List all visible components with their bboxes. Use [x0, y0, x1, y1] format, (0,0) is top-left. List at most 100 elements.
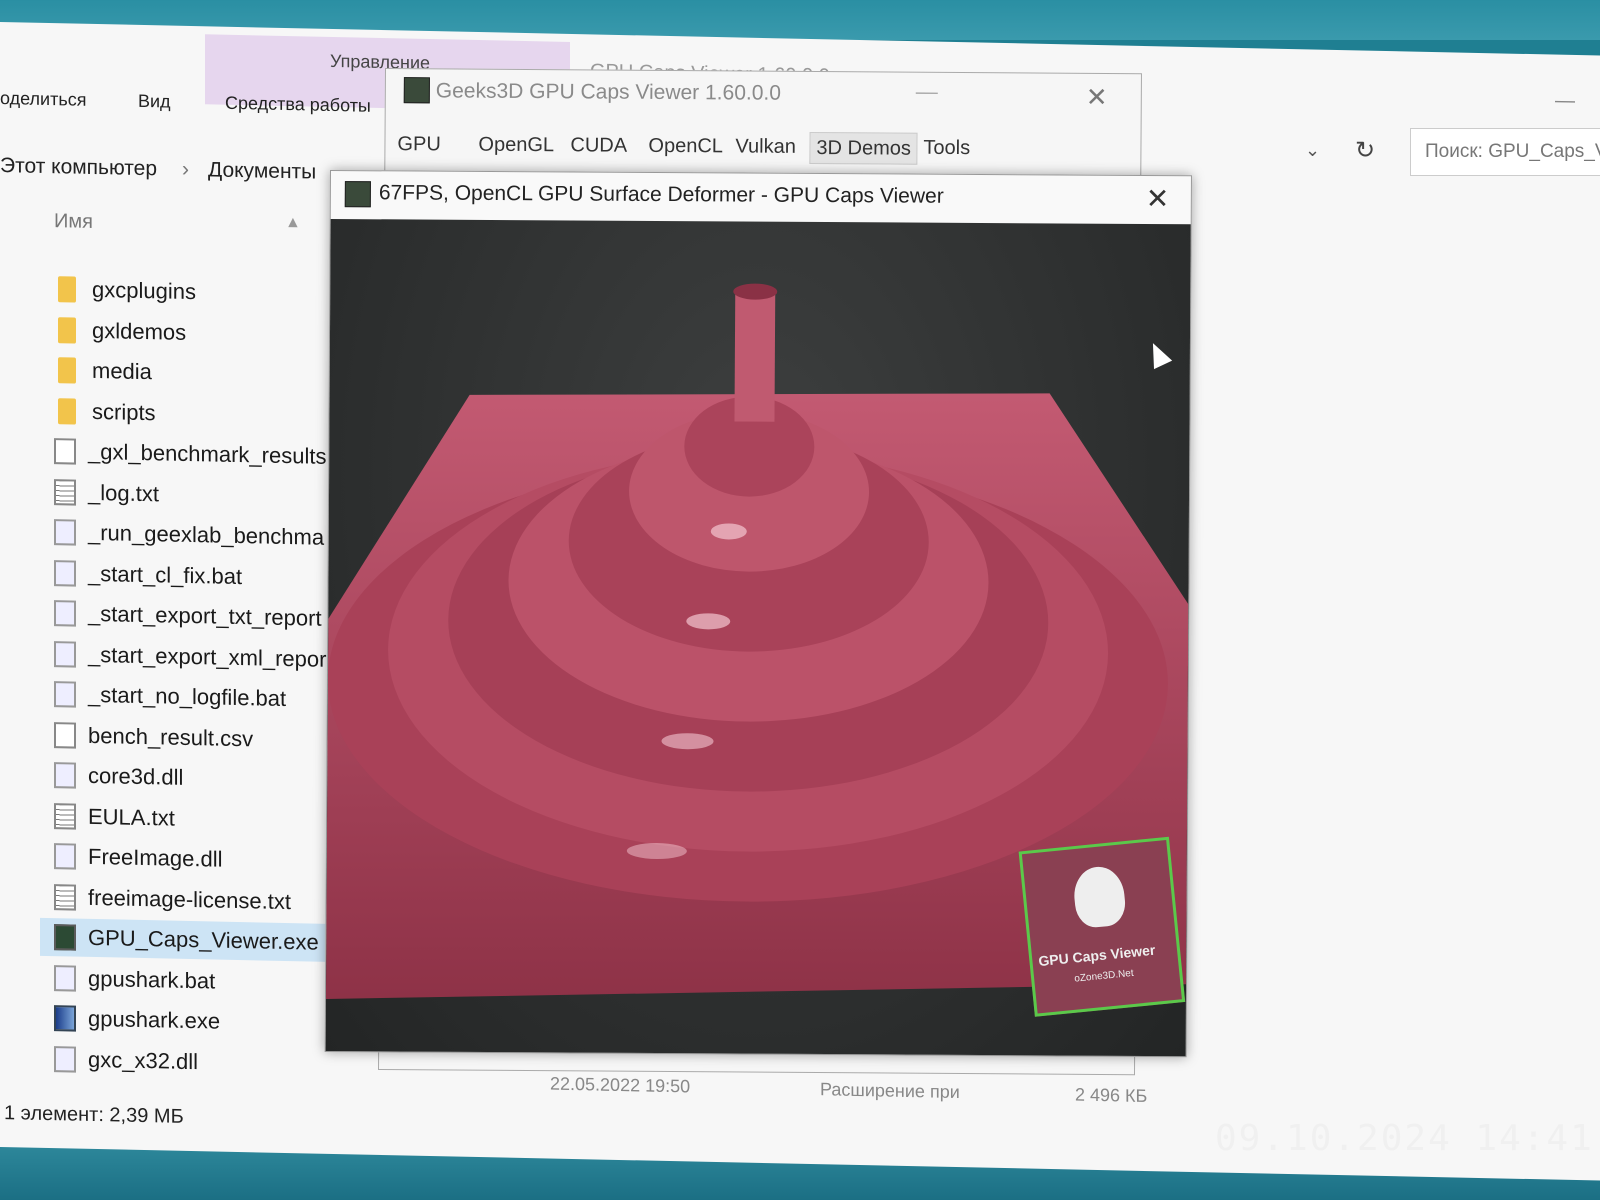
- surface-peak: [734, 291, 776, 422]
- gpu-caps-viewer-logo: GPU Caps Viewer oZone3D.Net: [1018, 836, 1186, 1017]
- file-row[interactable]: _gxl_benchmark_results: [40, 432, 340, 476]
- file-name: _start_cl_fix.bat: [88, 560, 243, 589]
- gcv-tab-bar: GPU OpenGL CUDA OpenCL Vulkan 3D Demos T…: [385, 127, 1140, 168]
- file-row[interactable]: gpushark.bat: [40, 958, 340, 1002]
- file-icon: [54, 721, 76, 749]
- file-name: _start_export_xml_repor: [88, 641, 327, 672]
- file-name: GPU_Caps_Viewer.exe: [88, 924, 319, 955]
- file-row[interactable]: media: [40, 351, 340, 395]
- file-name: FreeImage.dll: [88, 843, 223, 872]
- file-name: bench_result.csv: [88, 722, 254, 751]
- demo-window-title: 67FPS, OpenCL GPU Surface Deformer - GPU…: [378, 181, 944, 208]
- file-row[interactable]: _log.txt: [40, 472, 340, 516]
- file-row[interactable]: EULA.txt: [40, 796, 340, 840]
- batch-file-icon: [54, 640, 76, 668]
- minimize-icon[interactable]: —: [916, 79, 938, 105]
- file-row[interactable]: freeimage-license.txt: [40, 877, 340, 921]
- folder-icon: [58, 316, 76, 344]
- file-name: gpushark.exe: [88, 1005, 221, 1034]
- file-name: media: [92, 357, 152, 385]
- text-file-icon: [54, 802, 76, 830]
- detail-type: Расширение при: [820, 1079, 960, 1103]
- gcv-window-title: Geeks3D GPU Caps Viewer 1.60.0.0: [435, 79, 782, 105]
- close-icon[interactable]: ✕: [1086, 82, 1108, 113]
- gpu-caps-app-icon: [344, 181, 371, 208]
- skull-icon: [1071, 864, 1128, 930]
- tab-vulkan[interactable]: Vulkan: [735, 135, 796, 158]
- batch-file-icon: [54, 600, 76, 627]
- file-row[interactable]: bench_result.csv: [40, 715, 340, 759]
- close-icon[interactable]: ✕: [1146, 182, 1170, 215]
- file-row[interactable]: _start_cl_fix.bat: [40, 553, 340, 597]
- refresh-icon[interactable]: ↻: [1355, 136, 1375, 165]
- batch-file-icon: [54, 681, 76, 708]
- file-name: _start_export_txt_report: [88, 600, 322, 631]
- file-name: _log.txt: [88, 479, 159, 506]
- file-row[interactable]: gpushark.exe: [40, 999, 340, 1043]
- file-name: core3d.dll: [88, 762, 184, 790]
- sort-up-icon: ▲: [285, 213, 301, 232]
- file-row[interactable]: FreeImage.dll: [40, 837, 340, 881]
- file-row[interactable]: _start_no_logfile.bat: [40, 675, 340, 719]
- file-icon: [54, 438, 76, 465]
- detail-date: 22.05.2022 19:50: [550, 1073, 691, 1097]
- folder-icon: [58, 357, 76, 384]
- render-viewport[interactable]: GPU Caps Viewer oZone3D.Net: [325, 219, 1191, 1057]
- file-name: _gxl_benchmark_results: [88, 438, 327, 469]
- file-row[interactable]: GPU_Caps_Viewer.exe: [40, 917, 340, 963]
- search-input[interactable]: Поиск: GPU_Caps_V: [1410, 128, 1600, 176]
- batch-file-icon: [54, 964, 76, 992]
- opencl-demo-window: 67FPS, OpenCL GPU Surface Deformer - GPU…: [324, 170, 1192, 1058]
- tab-gpu[interactable]: GPU: [397, 133, 440, 156]
- tab-tools[interactable]: Tools: [923, 137, 970, 160]
- file-row[interactable]: gxldemos: [40, 310, 340, 354]
- tab-opencl[interactable]: OpenCL: [648, 135, 723, 159]
- gpushark-exe-icon: [54, 1005, 76, 1032]
- logo-subtext: oZone3D.Net: [1073, 967, 1135, 985]
- dll-file-icon: [54, 762, 76, 789]
- file-row[interactable]: _start_export_xml_repor: [40, 634, 340, 678]
- file-row[interactable]: gxcplugins: [40, 270, 340, 314]
- minimize-icon[interactable]: —: [1555, 90, 1575, 113]
- file-name: gxldemos: [92, 317, 187, 345]
- file-row[interactable]: gxc_x32.dll: [40, 1039, 340, 1083]
- dll-file-icon: [54, 843, 76, 870]
- file-name: gpushark.bat: [88, 965, 216, 994]
- gpu-caps-exe-icon: [54, 924, 76, 951]
- gpu-caps-app-icon: [403, 77, 430, 104]
- batch-file-icon: [54, 519, 76, 546]
- detail-size: 2 496 КБ: [1075, 1084, 1148, 1107]
- text-file-icon: [54, 883, 76, 911]
- ribbon-tab-view[interactable]: Вид: [138, 91, 171, 113]
- file-name: gxc_x32.dll: [88, 1046, 199, 1074]
- breadcrumb-documents[interactable]: Документы: [208, 158, 316, 184]
- column-header-name[interactable]: Имя: [54, 210, 93, 234]
- file-row[interactable]: _start_export_txt_report: [40, 594, 340, 638]
- file-name: freeimage-license.txt: [88, 884, 291, 914]
- dll-file-icon: [54, 1045, 76, 1073]
- batch-file-icon: [54, 559, 76, 587]
- file-name: gxcplugins: [92, 276, 196, 305]
- search-placeholder: Поиск: GPU_Caps_V: [1425, 141, 1600, 162]
- file-name: _run_geexlab_benchma: [88, 519, 325, 550]
- text-file-icon: [54, 478, 76, 506]
- ribbon-tab-tools[interactable]: Средства работы: [225, 93, 371, 117]
- file-row[interactable]: scripts: [40, 391, 340, 435]
- breadcrumb-this-pc[interactable]: Этот компьютер: [0, 154, 157, 181]
- file-row[interactable]: _run_geexlab_benchma: [40, 513, 340, 557]
- file-name: _start_no_logfile.bat: [88, 681, 287, 711]
- folder-icon: [58, 276, 76, 303]
- photo-timestamp: 09.10.2024 14:41: [1215, 1118, 1594, 1159]
- file-name: scripts: [92, 398, 156, 425]
- tab-cuda[interactable]: CUDA: [570, 134, 627, 157]
- tab-opengl[interactable]: OpenGL: [478, 134, 554, 158]
- tab-3d-demos[interactable]: 3D Demos: [809, 131, 919, 165]
- file-row[interactable]: core3d.dll: [40, 756, 340, 800]
- ribbon-tab-share[interactable]: оделиться: [0, 88, 86, 111]
- status-bar: 1 элемент: 2,39 МБ: [4, 1102, 184, 1128]
- logo-text: GPU Caps Viewer: [1037, 941, 1156, 970]
- folder-icon: [58, 397, 76, 425]
- chevron-down-icon[interactable]: ⌄: [1305, 140, 1320, 161]
- breadcrumb-separator-icon: ›: [182, 157, 189, 181]
- file-name: EULA.txt: [88, 803, 175, 831]
